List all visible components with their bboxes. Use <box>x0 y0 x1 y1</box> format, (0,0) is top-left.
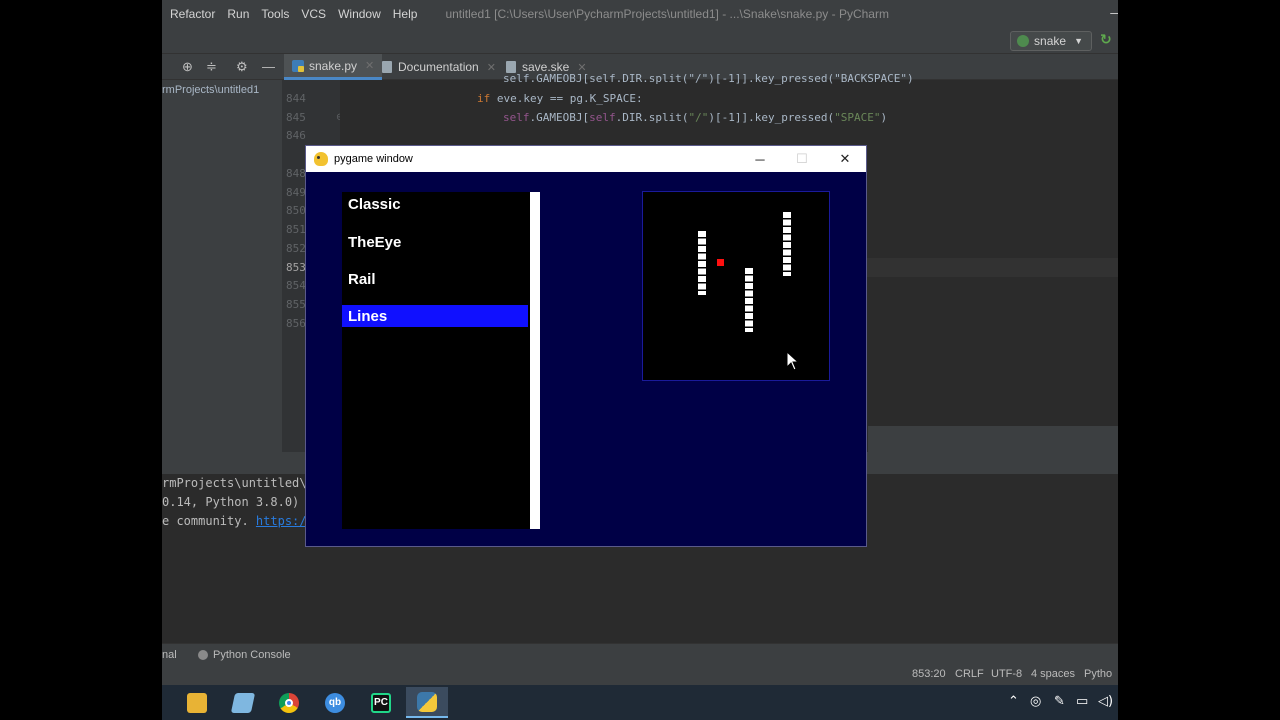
game-mode-list: Classic TheEye Rail Lines <box>342 192 530 529</box>
ide-toolbar: snake ▼ ↻ <box>162 28 1118 54</box>
line-number: 845 <box>286 111 306 124</box>
close-icon[interactable]: ✕ <box>365 59 374 72</box>
console-line: e community. https://w <box>162 514 321 528</box>
rerun-icon[interactable]: ↻ <box>1100 32 1116 48</box>
indent-setting[interactable]: 4 spaces <box>1031 668 1075 680</box>
menu-refactor[interactable]: Refactor <box>166 7 219 21</box>
pygame-snake-icon <box>314 152 328 166</box>
network-icon[interactable]: ▭ <box>1076 694 1088 709</box>
file-explorer-icon <box>187 692 207 713</box>
snake-segment <box>698 231 706 295</box>
python-file-icon <box>292 59 304 72</box>
run-config-label: snake <box>1034 34 1067 48</box>
tab-terminal[interactable]: nal <box>162 649 177 661</box>
code-text: ) <box>880 111 888 124</box>
pen-icon[interactable]: ✎ <box>1054 694 1065 709</box>
console-text: e community. <box>162 514 256 528</box>
project-pane: rmProjects\untitled1 <box>162 80 282 452</box>
collapse-icon[interactable]: ≑ <box>206 59 217 75</box>
code-text: )[-1]].key_pressed( <box>708 111 835 124</box>
console-line: rmProjects\untitled\ver <box>162 476 329 490</box>
document-icon <box>382 61 392 73</box>
console-line: 0.14, Python 3.8.0) <box>162 495 300 509</box>
code-text: .DIR.split( <box>615 111 689 124</box>
menu-help[interactable]: Help <box>389 7 422 21</box>
taskbar-file-explorer[interactable] <box>176 687 218 718</box>
taskbar-python[interactable] <box>406 687 448 718</box>
tab-python-console[interactable]: Python Console <box>198 649 291 661</box>
taskbar-qbittorrent[interactable]: qb <box>314 687 356 718</box>
scroll-area <box>868 426 1118 452</box>
mode-item-classic[interactable]: Classic <box>342 193 528 215</box>
code-keyword: if <box>477 92 491 105</box>
tab-label: Documentation <box>398 60 479 74</box>
chevron-up-icon[interactable]: ⌃ <box>1008 694 1019 709</box>
tab-label: snake.py <box>309 58 358 73</box>
menu-vcs[interactable]: VCS <box>297 7 330 21</box>
code-string: "SPACE" <box>834 111 881 124</box>
menu-tools[interactable]: Tools <box>257 7 293 21</box>
snake-segment <box>783 212 791 276</box>
code-text: .GAMEOBJ[ <box>529 111 590 124</box>
taskbar-notepad[interactable] <box>222 687 264 718</box>
taskbar-pycharm[interactable]: PC <box>360 687 402 718</box>
chevron-down-icon: ▼ <box>1074 36 1083 46</box>
code-line: self.GAMEOBJ[self.DIR.split("/")[-1]].ke… <box>503 111 887 124</box>
locate-icon[interactable]: ⊕ <box>182 59 193 75</box>
python-run-icon <box>1017 35 1030 47</box>
menu-run[interactable]: Run <box>223 7 253 21</box>
mouse-cursor-icon <box>786 351 800 371</box>
tab-snake-py[interactable]: snake.py ✕ <box>284 54 383 80</box>
mode-item-lines[interactable]: Lines <box>342 305 528 327</box>
ide-window-title: untitled1 [C:\Users\User\PycharmProjects… <box>445 7 889 21</box>
tab-documentation[interactable]: Documentation ✕ <box>374 54 504 80</box>
food-pellet <box>717 259 724 266</box>
pycharm-icon: PC <box>371 692 391 713</box>
meet-now-icon[interactable]: ◎ <box>1030 694 1041 709</box>
code-self: self <box>503 111 530 124</box>
taskbar-chrome[interactable] <box>268 687 310 718</box>
mode-item-rail[interactable]: Rail <box>342 268 528 290</box>
caret-position[interactable]: 853:20 <box>912 668 946 680</box>
project-root-path[interactable]: rmProjects\untitled1 <box>162 84 259 96</box>
volume-icon[interactable]: ◁) <box>1098 694 1113 709</box>
line-number: 844 <box>286 92 306 105</box>
status-bar: 853:20 CRLF UTF-8 4 spaces Pytho <box>162 665 1118 685</box>
windows-taskbar: qb PC ⌃ ◎ ✎ ▭ ◁) <box>162 685 1118 720</box>
notepad-icon <box>230 692 256 713</box>
python-console-icon <box>198 650 208 660</box>
pygame-window: pygame window ─ ☐ ✕ Classic TheEye Rail … <box>305 145 867 547</box>
tab-label: Python Console <box>213 649 291 661</box>
mode-preview <box>642 191 830 381</box>
hide-icon[interactable]: — <box>262 59 275 74</box>
file-encoding[interactable]: UTF-8 <box>991 668 1022 680</box>
menu-window[interactable]: Window <box>334 7 385 21</box>
close-icon[interactable]: ✕ <box>830 149 860 169</box>
snake-segment <box>745 268 753 332</box>
gear-icon[interactable]: ⚙ <box>236 59 248 75</box>
minimize-icon[interactable]: – <box>1110 4 1118 20</box>
qbittorrent-icon: qb <box>325 692 345 713</box>
line-number: 846 <box>286 129 306 142</box>
interpreter-setting[interactable]: Pytho <box>1084 668 1112 680</box>
pygame-window-title: pygame window <box>334 153 413 165</box>
mode-list-scrollbar[interactable] <box>530 192 540 529</box>
line-separator[interactable]: CRLF <box>955 668 984 680</box>
bottom-tool-tabs: nal Python Console <box>162 643 1118 665</box>
maximize-icon[interactable]: ☐ <box>787 149 817 169</box>
ide-menubar: Refactor Run Tools VCS Window Help untit… <box>162 0 1118 28</box>
mode-item-theeye[interactable]: TheEye <box>342 231 528 253</box>
code-line: self.GAMEOBJ[self.DIR.split("/")[-1]].ke… <box>503 72 914 85</box>
python-icon <box>417 691 437 712</box>
close-icon[interactable]: ✕ <box>487 61 496 74</box>
code-self: self <box>589 111 616 124</box>
pygame-canvas[interactable]: Classic TheEye Rail Lines <box>306 172 866 546</box>
code-string: "/" <box>688 111 709 124</box>
run-config-dropdown[interactable]: snake ▼ <box>1010 31 1092 51</box>
code-line: if eve.key == pg.K_SPACE: <box>477 92 643 105</box>
minimize-icon[interactable]: ─ <box>745 149 775 169</box>
chrome-icon <box>279 692 299 713</box>
code-text: eve.key == pg.K_SPACE: <box>490 92 643 105</box>
pygame-titlebar[interactable]: pygame window ─ ☐ ✕ <box>306 146 866 172</box>
